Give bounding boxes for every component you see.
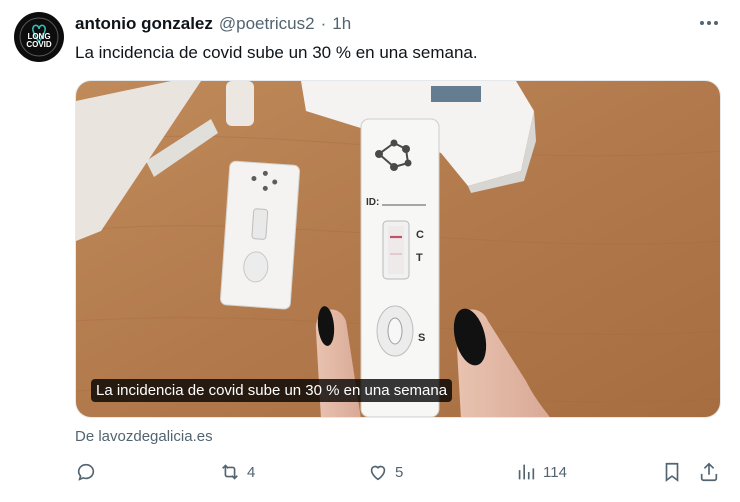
avatar[interactable]: LONG COVID <box>14 12 64 62</box>
action-bar: 4 5 114 <box>75 458 725 486</box>
card-title: La incidencia de covid sube un 30 % en u… <box>91 379 453 402</box>
repost-button[interactable]: 4 <box>219 458 255 486</box>
share-icon <box>700 462 718 482</box>
repost-count: 4 <box>247 463 256 481</box>
views-button[interactable]: 114 <box>515 458 567 486</box>
card-image: ID: C T S <box>76 81 720 417</box>
reply-icon <box>77 463 95 481</box>
views-count: 114 <box>543 463 567 481</box>
views-icon <box>518 464 535 480</box>
tweet-header: antonio gonzalez @poetricus2 · 1h <box>75 13 351 35</box>
tweet[interactable]: LONG COVID antonio gonzalez @poetricus2 … <box>0 0 740 502</box>
test-t-label: T <box>416 252 423 264</box>
reply-button[interactable] <box>75 458 103 486</box>
repost-icon <box>222 464 238 480</box>
like-icon <box>370 465 386 481</box>
bookmark-button[interactable] <box>661 458 683 486</box>
tweet-text: La incidencia de covid sube un 30 % en u… <box>75 43 478 62</box>
card-source[interactable]: De lavozdegalicia.es <box>75 428 213 445</box>
separator: · <box>320 14 327 33</box>
link-card[interactable]: ID: C T S La incidencia de covid sube un… <box>75 80 721 418</box>
test-id-label: ID: <box>366 197 379 208</box>
test-s-label: S <box>418 332 425 344</box>
more-button[interactable] <box>696 12 722 34</box>
test-c-label: C <box>416 229 424 241</box>
more-icon <box>700 21 718 25</box>
share-button[interactable] <box>698 458 720 486</box>
like-count: 5 <box>395 463 404 481</box>
user-handle[interactable]: @poetricus2 <box>219 14 315 34</box>
svg-text:COVID: COVID <box>26 40 52 49</box>
display-name[interactable]: antonio gonzalez <box>75 14 213 34</box>
long-covid-logo: LONG COVID <box>15 13 63 61</box>
timestamp[interactable]: 1h <box>332 14 351 34</box>
bookmark-icon <box>665 462 679 482</box>
like-button[interactable]: 5 <box>367 458 403 486</box>
